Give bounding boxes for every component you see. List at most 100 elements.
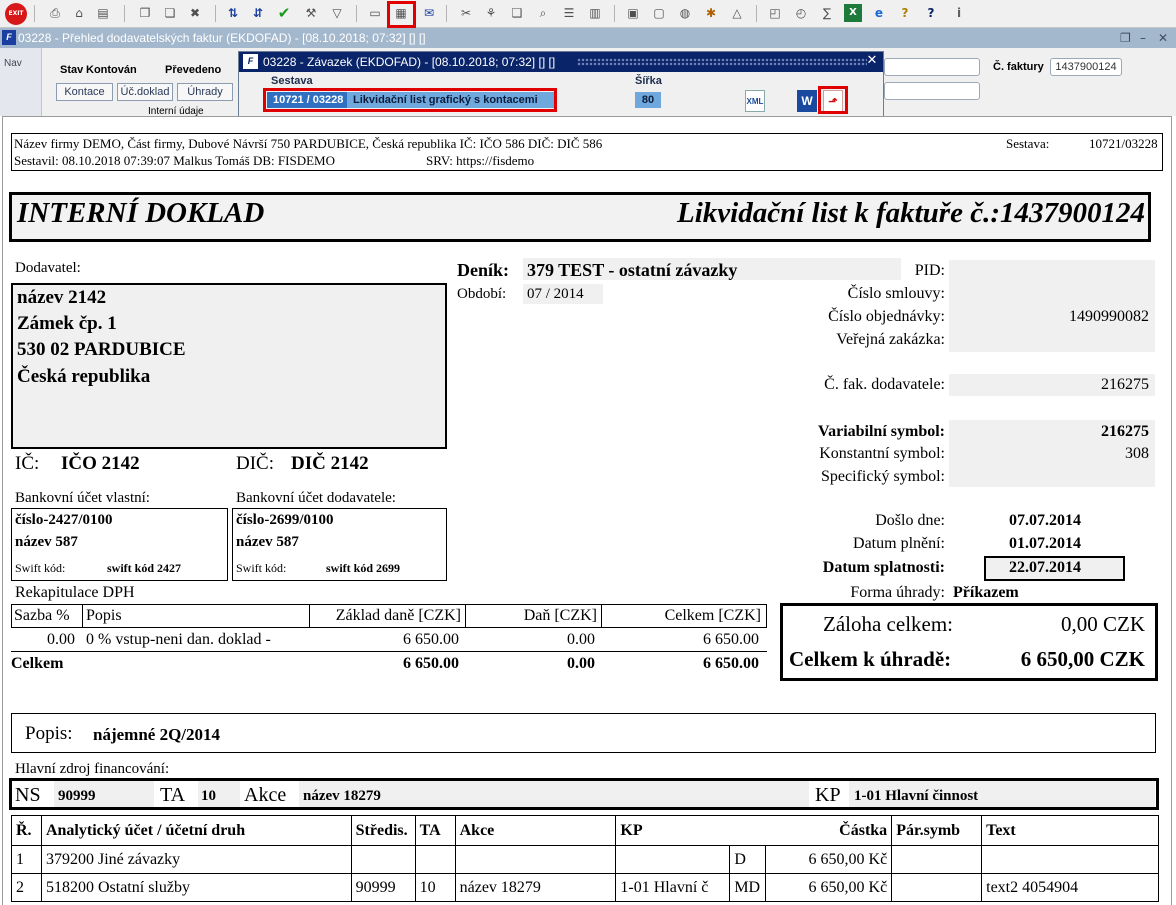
bank-own-name: název 587 [15,534,78,550]
table-cell: 6 650,00 Kč [765,845,893,874]
print-reports-highlight [387,1,416,28]
objednavka-label: Číslo objednávky: [828,308,945,325]
tab-uhrady[interactable]: Úhrady [177,83,233,101]
window-titlebar: F 03228 - Přehled dodavatelských faktur … [0,28,1176,48]
prevedeno-label: Převedeno [165,64,222,76]
email-icon[interactable]: ✉ [420,4,438,22]
main-toolbar: EXIT ⎙ ⌂ ▤ ❐ ❏ ✖ ⇅ ⇵ ✔ ⚒ ▽ ▭ ▦ ✉ ✂ ⚘ ❑ ⌕… [0,0,1176,28]
internet-icon[interactable]: e [870,4,888,22]
filter-icon[interactable]: ▽ [328,4,346,22]
globe-icon[interactable]: ◍ [676,4,694,22]
nav-label: Nav [4,58,22,69]
close-icon[interactable]: ✕ [1158,28,1168,48]
dph-total-dan: 0.00 [567,655,595,672]
tree-icon[interactable]: ⚘ [482,4,500,22]
graph-icon[interactable]: ◴ [792,4,810,22]
exit-button[interactable]: EXIT [5,3,27,25]
table-cell: 6 650,00 Kč [765,873,893,902]
copy-icon[interactable]: ❐ [136,4,154,22]
stav-label: Stav [60,64,84,76]
uhrada-value: 6 650,00 CZK [1020,647,1145,671]
tab-kontace[interactable]: Kontace [56,83,113,101]
bank-supplier-label: Bankovní účet dodavatele: [236,490,396,506]
export-icon[interactable]: ▣ [624,4,642,22]
book-icon[interactable]: ❑ [508,4,526,22]
ns-value: 90999 [58,788,96,804]
help-icon[interactable]: ? [896,4,914,22]
popis-label: Popis: [25,723,73,744]
nav-panel[interactable]: Nav [0,48,42,116]
report-width: 80 [635,92,661,108]
col-header: TA [414,815,456,846]
table-cell: 1-01 Hlavní č [615,873,731,902]
tools-icon[interactable]: ⚒ [302,4,320,22]
minimize-icon[interactable]: – [1140,28,1146,48]
dph-col-dan: Daň [CZK] [523,607,597,624]
binoculars-icon[interactable]: ⌕ [534,4,552,22]
zaloha-value: 0,00 CZK [1061,612,1145,636]
toolbar-separator [124,5,125,22]
app-logo-icon: F [243,54,258,69]
sort-descending-icon[interactable]: ⇵ [249,4,267,22]
bg-field-empty[interactable] [884,58,980,76]
dph-divider [309,604,310,627]
report-page: Název firmy DEMO, Část firmy, Dubové Náv… [2,116,1172,905]
triangle-icon[interactable]: △ [728,4,746,22]
report-icon[interactable]: ▭ [366,4,384,22]
settings-icon[interactable]: ✱ [702,4,720,22]
accounting-header-row: Ř. Analytický účet / účetní druh Středis… [11,815,1159,846]
bank-own-swift: swift kód 2427 [107,561,182,575]
bg-field-empty-2[interactable] [884,82,980,100]
plneni-label: Datum plnění: [853,535,945,552]
sum-icon[interactable]: ∑ [818,4,836,22]
obdobi-label: Období: [457,286,507,302]
dph-top-line [11,604,767,605]
bank-supplier-swift: swift kód 2699 [326,561,401,575]
var-symbol-label: Variabilní symbol: [818,423,945,440]
titlebar-pattern [577,58,867,66]
toolbar-separator [215,5,216,22]
xml-export-icon[interactable]: XML [745,90,765,112]
dph-total-label: Celkem [11,655,64,672]
plneni-value: 01.07.2014 [1009,535,1081,552]
confirm-icon[interactable]: ✔ [275,4,293,22]
doslo-label: Došlo dne: [875,512,945,529]
excel-icon[interactable]: X [844,4,862,22]
table-cell [891,845,983,874]
info-icon[interactable]: i [950,4,968,22]
dph-row-zaklad: 6 650.00 [403,631,459,648]
chart-icon[interactable]: ◰ [766,4,784,22]
dph-divider [82,604,83,627]
cut-icon[interactable]: ✂ [457,4,475,22]
popis-value: nájemné 2Q/2014 [93,725,221,744]
doc-type-title: INTERNÍ DOKLAD [17,197,265,229]
dph-divider [11,604,12,627]
toolbar-separator [356,5,357,22]
restore-icon[interactable]: ❐ [1120,28,1131,48]
col-header: Akce [454,815,617,846]
col-header: KP [615,815,730,846]
paste-icon[interactable]: ❏ [161,4,179,22]
print-setup-icon[interactable]: ▤ [94,4,112,22]
sestava-column-label: Sestava [271,75,313,87]
table-cell [981,845,1159,874]
save-icon[interactable]: ▢ [650,4,668,22]
table-cell: 10 [414,873,456,902]
tab-uc-doklad[interactable]: Úč.doklad [117,83,173,101]
print-preview-icon[interactable]: ⎙ [46,4,64,22]
bank-own-label: Bankovní účet vlastní: [15,490,150,506]
home-icon[interactable]: ⌂ [70,4,88,22]
close-icon[interactable]: ✕ [864,53,880,69]
dph-divider [601,604,602,627]
denik-label: Deník: [457,260,510,280]
list-icon[interactable]: ☰ [560,4,578,22]
pid-label: PID: [914,262,945,279]
table-cell [350,845,416,874]
faktura-field[interactable]: 1437900124 [1050,58,1122,76]
delete-icon[interactable]: ✖ [186,4,204,22]
question-icon[interactable]: ? [922,4,940,22]
sort-ascending-icon[interactable]: ⇅ [224,4,242,22]
word-export-icon[interactable]: W [797,90,817,112]
ic-value: IČO 2142 [61,453,140,474]
columns-icon[interactable]: ▥ [586,4,604,22]
